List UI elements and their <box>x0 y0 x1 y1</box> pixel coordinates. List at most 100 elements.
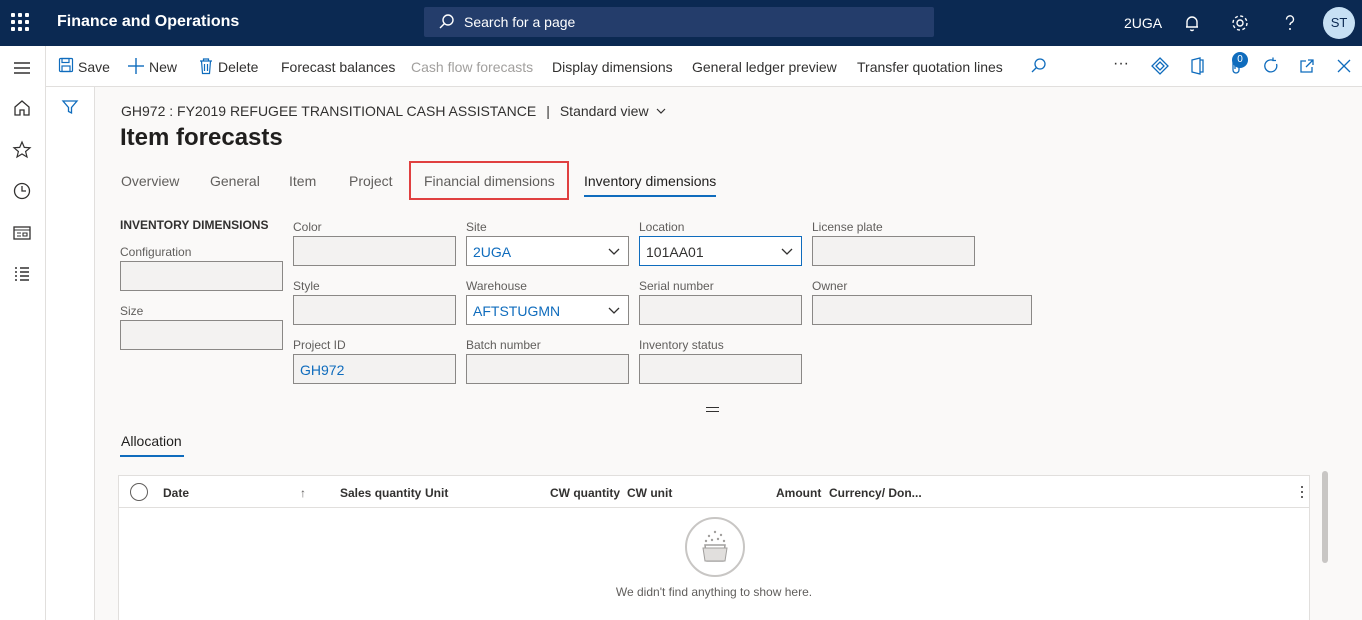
delete-button[interactable]: Delete <box>198 58 259 75</box>
color-field[interactable] <box>293 236 456 266</box>
transfer-quotation-lines-button[interactable]: Transfer quotation lines <box>857 59 1003 75</box>
column-header-currency[interactable]: Currency/ Don... <box>829 486 922 500</box>
vertical-scrollbar[interactable] <box>1322 471 1328 563</box>
trash-icon <box>200 58 212 75</box>
chevron-down-icon[interactable] <box>779 243 795 259</box>
more-options-button[interactable]: ··· <box>1113 55 1129 73</box>
close-icon[interactable] <box>1334 56 1354 76</box>
power-apps-icon[interactable] <box>1150 56 1170 76</box>
tab-overview[interactable]: Overview <box>121 173 179 189</box>
license-plate-field[interactable] <box>812 236 975 266</box>
column-header-cw-unit[interactable]: CW unit <box>627 486 672 500</box>
location-field[interactable]: 101AA01 <box>639 236 802 266</box>
site-label: Site <box>466 220 487 234</box>
home-icon[interactable] <box>12 98 32 118</box>
open-in-new-window-icon[interactable] <box>1297 56 1317 76</box>
search-box[interactable]: Search for a page <box>424 7 934 37</box>
view-name: Standard view <box>559 103 649 119</box>
workspaces-icon[interactable] <box>12 223 32 243</box>
empty-folder-icon <box>702 530 728 562</box>
new-button[interactable]: New <box>127 58 177 75</box>
configuration-label: Configuration <box>120 245 192 259</box>
plus-icon <box>128 58 144 74</box>
style-field[interactable] <box>293 295 456 325</box>
chevron-down-icon[interactable] <box>606 302 622 318</box>
display-dimensions-button[interactable]: Display dimensions <box>552 59 673 75</box>
column-header-date[interactable]: Date <box>163 486 189 500</box>
help-icon[interactable] <box>1279 12 1301 34</box>
tab-allocation[interactable]: Allocation <box>121 433 182 449</box>
site-value[interactable]: 2UGA <box>473 244 511 260</box>
configuration-field[interactable] <box>120 261 283 291</box>
warehouse-value[interactable]: AFTSTUGMN <box>473 303 560 319</box>
batch-number-field[interactable] <box>466 354 629 384</box>
site-field[interactable]: 2UGA <box>466 236 629 266</box>
gear-icon[interactable] <box>1229 12 1251 34</box>
owner-field[interactable] <box>812 295 1032 325</box>
view-selector[interactable]: Standard view <box>560 103 668 119</box>
filter-pane <box>46 87 95 620</box>
refresh-icon[interactable] <box>1261 56 1281 76</box>
page-title: Item forecasts <box>120 124 283 151</box>
attachment-count-badge: 0 <box>1232 52 1248 68</box>
splitter-handle[interactable] <box>706 406 719 414</box>
company-picker[interactable]: 2UGA <box>1124 15 1162 31</box>
location-label: Location <box>639 220 685 234</box>
record-caption: GH972 : FY2019 REFUGEE TRANSITIONAL CASH… <box>121 103 537 119</box>
delete-label: Delete <box>218 59 259 75</box>
empty-state-message: We didn't find anything to show here. <box>615 585 813 599</box>
caption-separator: | <box>546 103 550 119</box>
owner-label: Owner <box>812 279 848 293</box>
app-title[interactable]: Finance and Operations <box>57 13 239 31</box>
hamburger-menu-icon[interactable] <box>12 58 32 78</box>
save-label: Save <box>78 59 110 75</box>
search-icon[interactable] <box>1029 56 1049 76</box>
column-header-unit[interactable]: Unit <box>425 486 448 500</box>
column-header-cw-quantity[interactable]: CW quantity <box>550 486 620 500</box>
size-label: Size <box>120 304 144 318</box>
general-ledger-preview-button[interactable]: General ledger preview <box>692 59 837 75</box>
search-placeholder: Search for a page <box>464 14 576 30</box>
cash-flow-forecasts-button[interactable]: Cash flow forecasts <box>411 59 533 75</box>
navigation-rail <box>0 46 46 620</box>
column-header-amount[interactable]: Amount <box>776 486 821 500</box>
app-launcher-icon[interactable] <box>11 13 31 33</box>
serial-number-label: Serial number <box>639 279 714 293</box>
chevron-down-icon[interactable] <box>606 243 622 259</box>
license-plate-label: License plate <box>812 220 883 234</box>
project-id-label: Project ID <box>293 338 346 352</box>
project-id-field[interactable]: GH972 <box>293 354 456 384</box>
filter-icon[interactable] <box>61 98 79 116</box>
size-field[interactable] <box>120 320 283 350</box>
active-tab-indicator <box>584 195 716 197</box>
inventory-status-field[interactable] <box>639 354 802 384</box>
empty-state-icon <box>685 517 745 577</box>
tab-general[interactable]: General <box>210 173 260 189</box>
batch-number-label: Batch number <box>466 338 541 352</box>
action-pane: Save New Delete Forecast balances Cash f… <box>46 46 1362 87</box>
column-options-icon[interactable] <box>1295 485 1309 499</box>
column-header-sales-quantity[interactable]: Sales quantity <box>340 486 421 500</box>
style-label: Style <box>293 279 320 293</box>
tab-project[interactable]: Project <box>349 173 393 189</box>
save-button[interactable]: Save <box>58 57 110 75</box>
office-icon[interactable] <box>1187 56 1207 76</box>
avatar[interactable]: ST <box>1323 7 1355 39</box>
star-icon[interactable] <box>12 140 32 160</box>
page-caption: GH972 : FY2019 REFUGEE TRANSITIONAL CASH… <box>121 103 667 119</box>
highlight-annotation <box>409 161 569 200</box>
tab-inventory-dimensions[interactable]: Inventory dimensions <box>584 173 716 189</box>
color-label: Color <box>293 220 322 234</box>
modules-list-icon[interactable] <box>12 264 32 284</box>
forecast-balances-button[interactable]: Forecast balances <box>281 59 395 75</box>
tab-item[interactable]: Item <box>289 173 316 189</box>
clock-icon[interactable] <box>12 181 32 201</box>
sort-ascending-icon[interactable]: ↑ <box>300 486 306 500</box>
serial-number-field[interactable] <box>639 295 802 325</box>
bell-icon[interactable] <box>1181 12 1203 34</box>
allocation-tab-indicator <box>120 455 184 457</box>
warehouse-field[interactable]: AFTSTUGMN <box>466 295 629 325</box>
project-id-value[interactable]: GH972 <box>300 362 344 378</box>
select-all-checkbox[interactable] <box>130 483 148 501</box>
chevron-down-icon <box>657 108 666 114</box>
